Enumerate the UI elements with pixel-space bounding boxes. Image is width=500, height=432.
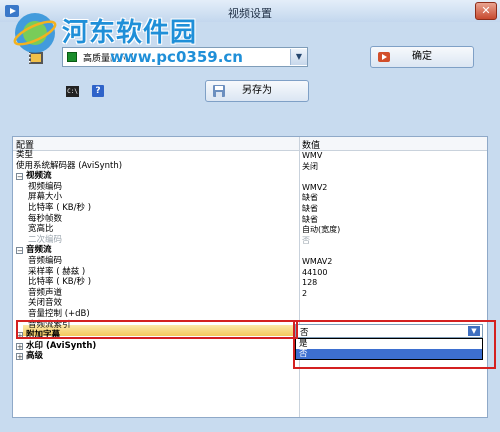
grid-row-value[interactable]: 否 [302,235,310,246]
grid-row[interactable]: 音量控制 (+dB) [13,309,487,320]
grid-row[interactable]: 比特率 ( KB/秒 ) 128 [13,277,487,288]
grid-row-name: 采样率 ( 赫兹 ) [28,266,86,277]
bottom-strip [0,418,500,432]
grid-row-value[interactable]: WMV2 [302,182,327,193]
grid-row[interactable]: 二次编码否 [13,235,487,246]
grid-row-value[interactable]: 自动(宽度) [302,224,340,235]
grid-row-value[interactable]: 缺省 [302,203,318,214]
grid-row-name: 关闭音效 [28,298,63,309]
grid-row-value[interactable]: 2 [302,288,307,299]
grid-row[interactable]: 音频声道 2 [13,288,487,299]
grid-category-row[interactable]: − 视频流 [13,171,487,182]
grid-row-name: 视频流 [26,171,52,182]
watermark-site-name: 河东软件园 [62,18,198,48]
chevron-down-icon[interactable]: ▼ [290,49,307,65]
grid-row-value[interactable]: WMV [302,150,322,161]
grid-category-row[interactable]: − 音频流 [13,245,487,256]
expand-icon[interactable]: + [16,342,23,350]
grid-row-value[interactable]: 128 [302,277,317,288]
expand-icon[interactable]: + [16,353,23,361]
grid-row[interactable]: 使用系统解码器 (AviSynth) 关闭 [13,161,487,172]
ok-button[interactable]: 确定 [370,46,474,68]
grid-row-name: 高级 [26,351,44,362]
grid-row[interactable]: 视频编码 WMV2 [13,182,487,193]
grid-row-value[interactable]: 缺省 [302,214,318,225]
collapse-icon[interactable]: − [16,247,23,255]
grid-row[interactable]: 屏幕大小 缺省 [13,192,487,203]
watermark-logo [13,13,57,53]
grid-row-name: 音频编码 [28,256,63,266]
grid-row-value[interactable]: 关闭 [302,161,318,172]
grid-header: 配置 数值 [13,137,487,151]
highlight-box-row [16,320,298,339]
console-icon[interactable]: C:\ [66,86,79,97]
grid-row[interactable]: 比特率 ( KB/秒 ) 缺省 [13,203,487,214]
preset-color-icon [67,52,77,62]
grid-row-name: 比特率 ( KB/秒 ) [28,277,92,288]
grid-row[interactable]: 类型 WMV [13,150,487,161]
grid-row[interactable]: 关闭音效否 [13,298,487,309]
grid-row-name: 屏幕大小 [28,192,63,203]
grid-row-value[interactable]: 44100 [302,267,327,278]
grid-row-name: 音频流 [26,245,52,256]
close-button[interactable]: ✕ [475,2,497,20]
grid-row-name: 宽高比 [28,224,54,235]
arrow-right-icon [378,52,390,62]
watermark-url: www.pc0359.cn [110,48,243,66]
grid-row-value[interactable]: 缺省 [302,192,318,203]
save-as-button[interactable]: 另存为 [205,80,309,102]
grid-row-name: 类型 [16,150,34,160]
ok-button-label: 确定 [412,51,432,62]
disk-icon [213,85,225,97]
grid-row-name: 比特率 ( KB/秒 ) [28,203,92,213]
grid-row-name: 每秒帧数 [28,213,63,224]
grid-row[interactable]: 每秒帧数 缺省 [13,214,487,225]
grid-row-name: 音量控制 (+dB) [28,309,90,319]
grid-row[interactable]: 宽高比 自动(宽度) [13,224,487,235]
grid-row[interactable]: 采样率 ( 赫兹 ) 44100 [13,267,487,278]
help-icon[interactable]: ? [92,85,104,97]
highlight-box-dropdown [293,320,496,369]
grid-row[interactable]: 音频编码 WMAV2 [13,256,487,267]
collapse-icon[interactable]: − [16,173,23,181]
grid-row-name: 使用系统解码器 (AviSynth) [16,160,123,171]
property-grid: 配置 数值 类型 WMV 使用系统解码器 (AviSynth) 关闭 − 视频流 视频编码 W… [12,136,488,418]
grid-row-value[interactable]: WMAV2 [302,256,332,267]
save-as-button-label: 另存为 [242,85,272,96]
